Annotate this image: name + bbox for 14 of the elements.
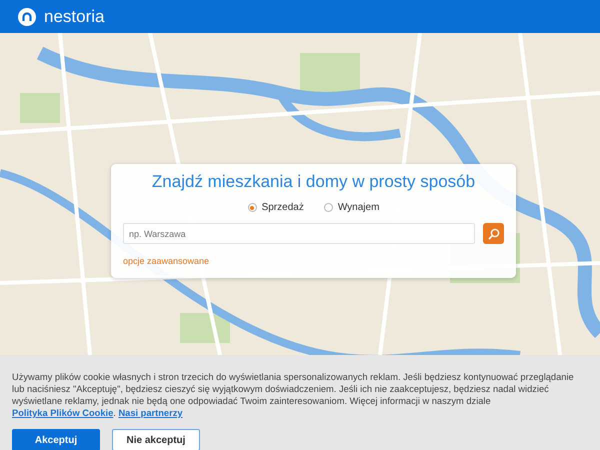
search-icon: [488, 228, 500, 240]
accept-button[interactable]: Akceptuj: [12, 429, 100, 450]
radio-option[interactable]: Wynajem: [324, 200, 380, 216]
search-heading: Znajdź mieszkania i domy w prosty sposób: [150, 172, 476, 192]
cookie-policy-link[interactable]: Nasi partnerzy: [118, 408, 183, 418]
decline-button[interactable]: Nie akceptuj: [112, 429, 200, 450]
radio-option[interactable]: Sprzedaż: [248, 200, 304, 216]
cookie-policy-link[interactable]: Polityka Plików Cookie: [12, 408, 114, 418]
location-search-field[interactable]: np. Warszawa: [123, 223, 475, 244]
advanced-options-link[interactable]: opcje zaawansowane: [123, 256, 210, 266]
cookie-notice-text: Używamy plików cookie własnych i stron trzecich do wyświetlania spersonalizowanych reklam. Jeśli będziesz kontynuować przeglądanie lub naciśniesz "Akceptuję", będziesz cieszyć się wyjątkowym doświadczeniem. Jeśli ich nie zaakceptujesz, będziesz nadal widzieć wyświetlane reklamy, jednak nie będą one odpowiadać Twoim zainteresowaniom. Więcej informacji w naszym dziale Polityka Plików Cookie. Nasi partnerzy: [12, 371, 575, 419]
logo-text[interactable]: nestoria: [44, 4, 104, 30]
search-button[interactable]: [483, 223, 504, 244]
logo-icon: [18, 8, 36, 26]
